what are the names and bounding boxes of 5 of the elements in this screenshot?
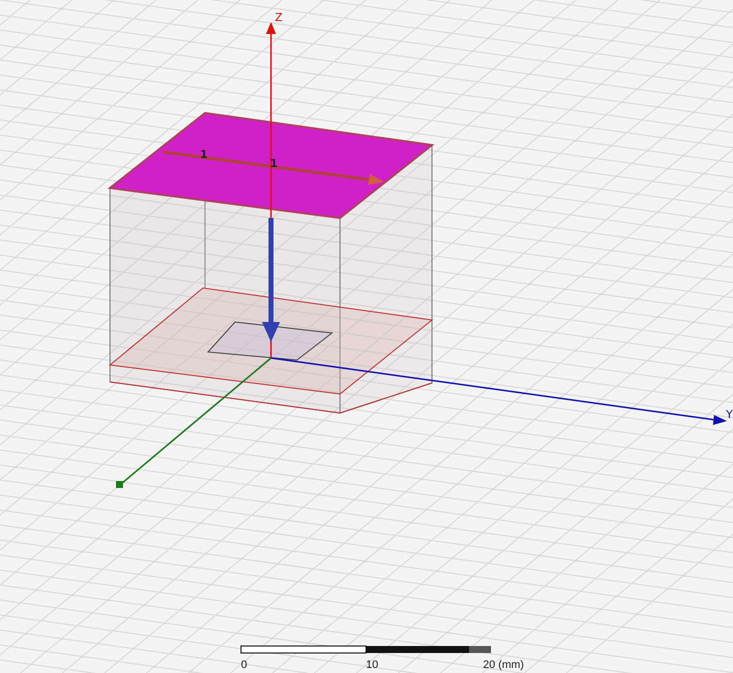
scale-tick-label: 10 [366,659,378,671]
axis-label: Z [275,11,283,24]
axis-label: Y [726,408,733,421]
scale-tick-label: 20 (mm) [483,659,524,671]
scale-tick-label: 0 [241,659,248,671]
